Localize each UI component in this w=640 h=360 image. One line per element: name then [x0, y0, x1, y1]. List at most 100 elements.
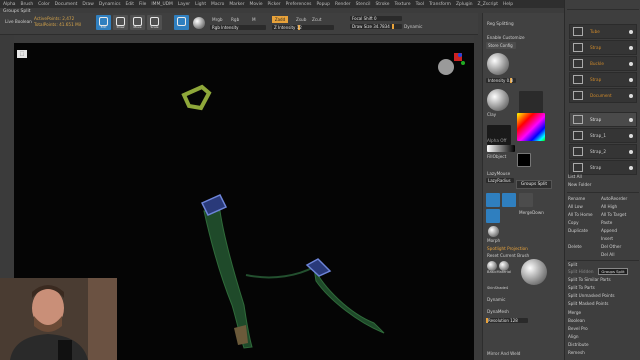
merge-button[interactable]: Merge: [568, 310, 581, 315]
subtool-action-button[interactable]: Copy: [568, 220, 579, 225]
boolean-button[interactable]: Boolean: [568, 318, 585, 323]
menu-item[interactable]: Help: [503, 2, 513, 7]
split-unmasked-button[interactable]: Split Unmasked Points: [568, 293, 615, 298]
split-parts-button[interactable]: Split To Parts: [568, 285, 595, 290]
eye-icon[interactable]: [629, 118, 633, 122]
zadd-button[interactable]: Zadd: [272, 16, 288, 23]
viewport-frame-icon[interactable]: ⬚: [17, 50, 27, 58]
subtool-item[interactable]: Strap: [569, 40, 637, 55]
split-section-label[interactable]: Split: [568, 262, 577, 267]
subtool-action-button[interactable]: Del Other: [601, 244, 621, 249]
fill-object-button[interactable]: FillObject: [487, 154, 506, 159]
mrgb-button[interactable]: Mrgb: [212, 17, 223, 22]
stroke-dots-icon[interactable]: [519, 91, 543, 113]
subtool-action-button[interactable]: Insert: [601, 236, 613, 241]
lazy-radius-slider[interactable]: LazyRadius: [486, 178, 514, 183]
focal-shift-slider[interactable]: Focal Shift 0: [350, 16, 402, 21]
zsub-button[interactable]: Zsub: [296, 17, 306, 22]
menu-item[interactable]: Brush: [20, 2, 33, 7]
distribute-button[interactable]: Distribute: [568, 342, 589, 347]
eye-icon[interactable]: [629, 46, 633, 50]
menu-item[interactable]: Z_Zscript: [478, 2, 498, 7]
split-masked-button[interactable]: Split Masked Points: [568, 301, 608, 306]
subtool-grid-icon[interactable]: [502, 193, 516, 207]
subtool-action-button[interactable]: All Low: [568, 204, 583, 209]
menu-item[interactable]: Movie: [250, 2, 263, 7]
subtool-item-selected[interactable]: Strap: [569, 112, 637, 127]
main-color-swatch[interactable]: [517, 153, 531, 167]
eye-icon[interactable]: [629, 94, 633, 98]
eye-icon[interactable]: [629, 30, 633, 34]
rgb-intensity-slider[interactable]: Rgb Intensity: [210, 25, 266, 30]
reset-current-brush-button[interactable]: Reset Current Brush: [487, 253, 529, 258]
subtool-item[interactable]: Strap_2: [569, 144, 637, 159]
subtool-item[interactable]: Strap_1: [569, 128, 637, 143]
subtool-action-button[interactable]: Del All: [601, 252, 615, 257]
lazymouse-toggle[interactable]: LazyMouse: [487, 171, 510, 176]
resolution-slider[interactable]: Resolution 128: [486, 318, 528, 323]
subtool-item[interactable]: Strap: [569, 160, 637, 175]
groups-split-button[interactable]: Groups Split: [598, 268, 628, 275]
clay-brush-icon[interactable]: [487, 89, 509, 111]
subtool-action-button[interactable]: AutoReorder: [601, 196, 627, 201]
remesh-button[interactable]: Remesh: [568, 350, 585, 355]
menu-item[interactable]: Color: [38, 2, 49, 7]
spotlight-projection-button[interactable]: Spotlight Projection: [487, 246, 528, 251]
menu-item[interactable]: Alpha: [3, 2, 15, 7]
edit-button[interactable]: Edit: [96, 15, 111, 30]
move-button[interactable]: Move: [130, 15, 145, 30]
draw-size-slider[interactable]: Draw Size 34.7834: [350, 24, 402, 29]
menu-item[interactable]: Render: [335, 2, 351, 7]
subtool-item[interactable]: Tube: [569, 24, 637, 39]
rgb-button[interactable]: Rgb: [231, 17, 239, 22]
subtool-action-button[interactable]: All High: [601, 204, 617, 209]
menu-item[interactable]: Zplugin: [456, 2, 473, 7]
subtool-action-button[interactable]: All To Home: [568, 212, 593, 217]
subtool-action-button[interactable]: Delete: [568, 244, 582, 249]
mirror-weld-button[interactable]: Mirror And Weld: [487, 351, 520, 356]
menu-item[interactable]: IMM_UDM: [151, 2, 172, 7]
subtool-item[interactable]: Buckle: [569, 56, 637, 71]
menu-item[interactable]: Macro: [211, 2, 224, 7]
subtool-action-button[interactable]: Duplicate: [568, 228, 588, 233]
eye-icon[interactable]: [629, 166, 633, 170]
menu-item[interactable]: Light: [195, 2, 206, 7]
subtool-item[interactable]: Document: [569, 88, 637, 103]
rotate-button[interactable]: [174, 15, 189, 30]
align-button[interactable]: Align: [568, 334, 579, 339]
subtool-action-button[interactable]: All To Target: [601, 212, 626, 217]
draw-button[interactable]: Draw: [113, 15, 128, 30]
menu-item[interactable]: Picker: [268, 2, 281, 7]
eye-icon[interactable]: [629, 62, 633, 66]
subtool-action-button[interactable]: Rename: [568, 196, 585, 201]
standard-brush-icon[interactable]: [487, 53, 509, 75]
bevel-pro-button[interactable]: Bevel Pro: [568, 326, 588, 331]
menu-item[interactable]: Stroke: [375, 2, 389, 7]
subtool-action-button[interactable]: Append: [601, 228, 617, 233]
eye-icon[interactable]: [629, 150, 633, 154]
menu-item[interactable]: Stencil: [356, 2, 371, 7]
subtool-folder-icon[interactable]: [486, 193, 500, 207]
morph-icon[interactable]: [486, 209, 500, 223]
enable-customize-button[interactable]: Enable Customize: [487, 35, 525, 40]
menu-item[interactable]: Dynamics: [99, 2, 121, 7]
dynamic-toggle[interactable]: Dynamic: [404, 24, 422, 29]
menu-item[interactable]: Draw: [82, 2, 93, 7]
zcut-button[interactable]: Zcut: [312, 17, 321, 22]
menu-item[interactable]: Edit: [126, 2, 135, 7]
dynamesh-button[interactable]: DynaMesh: [487, 309, 509, 314]
menu-item[interactable]: Preferences: [286, 2, 312, 7]
color-picker[interactable]: [517, 113, 545, 141]
live-boolean-button[interactable]: Live Boolean: [5, 19, 32, 24]
split-similar-button[interactable]: Split To Similar Parts: [568, 277, 611, 282]
menu-item[interactable]: Tool: [416, 2, 425, 7]
new-folder-button[interactable]: New Folder: [568, 182, 591, 187]
gradient-swatch[interactable]: [487, 145, 515, 152]
menu-item[interactable]: Layer: [178, 2, 190, 7]
list-all-button[interactable]: List All: [568, 174, 582, 179]
m-button[interactable]: M: [252, 17, 256, 22]
eye-icon[interactable]: [629, 78, 633, 82]
menu-item[interactable]: Texture: [394, 2, 410, 7]
menu-item[interactable]: Document: [55, 2, 78, 7]
subtool-thumb-icon[interactable]: [519, 193, 533, 207]
